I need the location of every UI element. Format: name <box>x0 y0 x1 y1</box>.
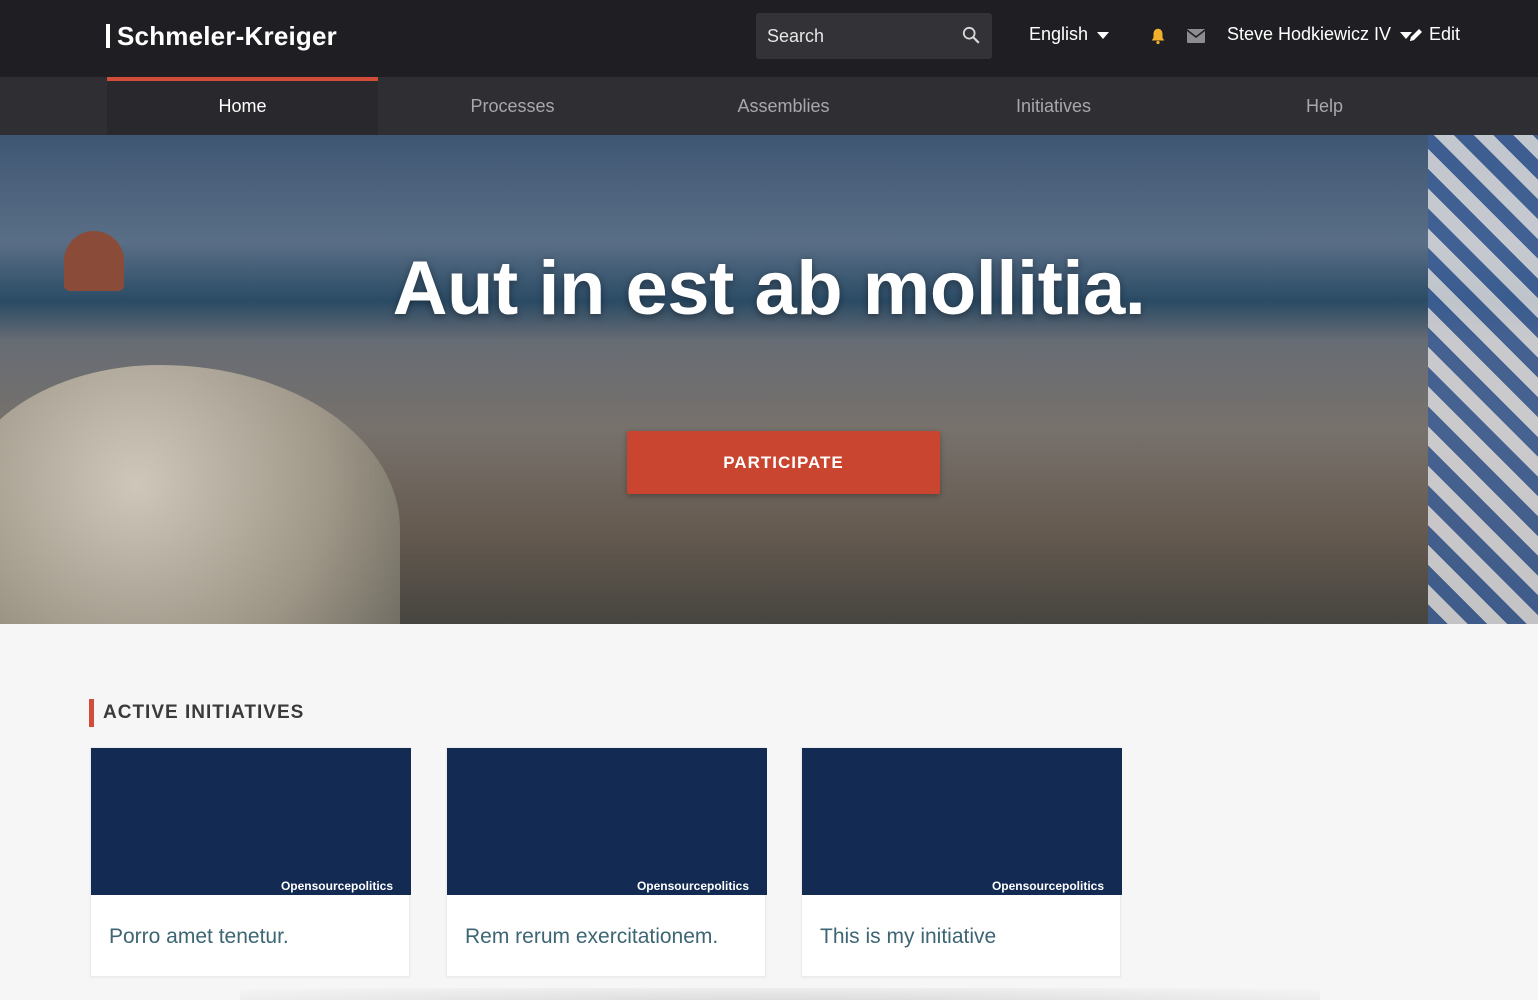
card-logo: Opensourcepolitics <box>280 879 393 893</box>
initiative-card[interactable]: Opensourcepolitics Porro amet tenetur. <box>90 747 411 977</box>
nav-item-assemblies[interactable]: Assemblies <box>648 77 919 135</box>
brand-bar <box>106 24 110 48</box>
initiative-card[interactable]: Opensourcepolitics Rem rerum exercitatio… <box>446 747 767 977</box>
nav-item-help[interactable]: Help <box>1189 77 1460 135</box>
bell-icon[interactable] <box>1149 27 1167 45</box>
mail-icon[interactable] <box>1187 29 1205 43</box>
card-logo: Opensourcepolitics <box>636 879 749 893</box>
participate-button[interactable]: PARTICIPATE <box>627 431 940 494</box>
pencil-icon <box>1410 28 1422 41</box>
hero-mosaic-building <box>0 365 400 624</box>
card-title[interactable]: Porro amet tenetur. <box>109 925 289 949</box>
hero-mosaic-tower <box>1428 135 1538 624</box>
section-heading: ACTIVE INITIATIVES <box>89 699 304 727</box>
nav-item-initiatives[interactable]: Initiatives <box>918 77 1189 135</box>
card-title[interactable]: This is my initiative <box>820 925 996 949</box>
edit-link[interactable]: Edit <box>1408 24 1460 45</box>
bottom-shadow <box>240 988 1320 1000</box>
search-icon[interactable] <box>962 26 980 44</box>
edit-label: Edit <box>1429 24 1461 44</box>
main-nav: Home Processes Assemblies Initiatives He… <box>0 77 1538 135</box>
card-image: Opensourcepolitics <box>802 748 1122 895</box>
nav-item-processes[interactable]: Processes <box>377 77 648 135</box>
search-placeholder: Search <box>767 26 825 46</box>
card-image: Opensourcepolitics <box>91 748 411 895</box>
brand-logo[interactable]: Schmeler-Kreiger <box>106 20 337 51</box>
top-header: Schmeler-Kreiger Search English Steve Ho… <box>0 0 1538 77</box>
caret-down-icon <box>1097 32 1110 39</box>
initiative-card[interactable]: Opensourcepolitics This is my initiative <box>801 747 1122 977</box>
section-title: ACTIVE INITIATIVES <box>103 702 305 723</box>
section-accent-bar <box>89 699 94 727</box>
card-image: Opensourcepolitics <box>447 748 767 895</box>
user-menu[interactable]: Steve Hodkiewicz IV <box>1227 24 1413 45</box>
card-logo: Opensourcepolitics <box>991 879 1104 893</box>
hero-banner: Aut in est ab mollitia. PARTICIPATE <box>0 135 1538 624</box>
hero-title: Aut in est ab mollitia. <box>392 246 1146 331</box>
search-input[interactable]: Search <box>756 13 992 59</box>
card-title[interactable]: Rem rerum exercitationem. <box>465 925 718 949</box>
language-label: English <box>1029 24 1089 44</box>
language-selector[interactable]: English <box>1029 24 1110 45</box>
user-name: Steve Hodkiewicz IV <box>1227 24 1392 44</box>
brand-name: Schmeler-Kreiger <box>117 20 337 51</box>
nav-item-home[interactable]: Home <box>107 77 378 135</box>
